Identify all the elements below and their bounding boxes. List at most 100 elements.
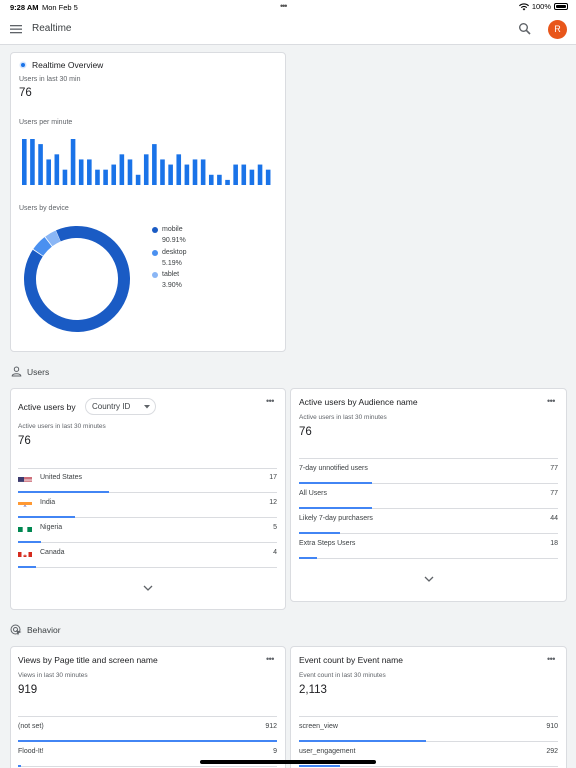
users-per-minute-bar [176, 154, 182, 185]
table-row[interactable]: Nigeria 5 [18, 518, 277, 543]
flag-icon [18, 498, 32, 507]
audience-metric-value: 76 [299, 426, 312, 438]
events-more-icon[interactable]: ••• [547, 654, 555, 664]
legend-desktop-name: desktop [162, 249, 187, 256]
users-per-minute-bar [38, 144, 43, 185]
table-row[interactable]: All Users 77 [299, 484, 558, 509]
legend-mobile-pct: 90.91% [162, 237, 186, 244]
row-label: Flood-It! [18, 748, 44, 755]
row-label: screen_view [299, 723, 338, 730]
legend-tablet-pct: 3.90% [162, 282, 182, 289]
users-per-minute-bar [160, 159, 165, 185]
status-time: 9:28 AM [10, 3, 39, 12]
battery-icon [554, 3, 568, 10]
country-metric-value: 76 [18, 435, 31, 447]
table-row[interactable]: Extra Steps Users 18 [299, 534, 558, 559]
row-label: Nigeria [40, 524, 63, 531]
flag-icon [18, 548, 32, 557]
users-per-minute-bar [70, 139, 76, 185]
users-per-minute-bar [257, 164, 263, 185]
table-row[interactable]: Likely 7-day purchasers 44 [299, 509, 558, 534]
search-icon[interactable] [518, 22, 532, 36]
legend-dot-tablet [152, 272, 158, 278]
battery-percent: 100% [531, 2, 551, 11]
row-value: 18 [550, 540, 558, 547]
events-metric-value: 2,113 [299, 684, 327, 696]
users-per-minute-chart [22, 139, 271, 185]
row-label: user_engagement [299, 748, 356, 755]
country-more-icon[interactable]: ••• [266, 396, 274, 406]
row-label: Likely 7-day purchasers [299, 515, 373, 522]
views-metric-label: Views in last 30 minutes [18, 672, 88, 679]
users-per-minute-bar [265, 169, 271, 185]
users-per-minute-bar [241, 164, 247, 185]
users-per-minute-bar [168, 164, 173, 185]
users-by-device-label: Users by device [19, 205, 69, 212]
row-value: 9 [273, 748, 277, 755]
users-per-minute-bar [143, 154, 149, 185]
table-row[interactable]: India 12 [18, 493, 277, 518]
menu-icon[interactable] [10, 23, 22, 35]
users-per-minute-bar [192, 159, 198, 185]
events-metric-label: Event count in last 30 minutes [299, 672, 386, 679]
status-bar: 9:28 AM Mon Feb 5 ••• 100% [0, 0, 576, 14]
audience-expand-chevron-icon[interactable] [424, 576, 434, 582]
dimension-dropdown[interactable]: Country ID [85, 398, 156, 415]
row-value: 292 [546, 748, 558, 755]
users-per-minute-bar [208, 174, 214, 185]
flag-icon [18, 523, 32, 532]
dropdown-arrow-icon [144, 405, 150, 409]
table-row[interactable]: United States 17 [18, 468, 277, 493]
users-per-minute-bar [119, 154, 125, 185]
users-per-minute-bar [87, 159, 92, 185]
behavior-icon [10, 624, 22, 636]
status-date: Mon Feb 5 [42, 3, 78, 12]
dropdown-value: Country ID [92, 402, 131, 411]
views-more-icon[interactable]: ••• [266, 654, 274, 664]
app-bar: Realtime R [0, 14, 576, 45]
multitask-dots[interactable]: ••• [280, 1, 288, 11]
users-30min-value: 76 [19, 87, 32, 99]
row-value: 910 [546, 723, 558, 730]
row-value: 77 [550, 465, 558, 472]
users-30min-label: Users in last 30 min [19, 76, 81, 83]
table-row[interactable]: 7-day unnotified users 77 [299, 459, 558, 484]
table-row[interactable]: (not set) 912 [18, 717, 277, 742]
users-per-minute-bar [184, 164, 190, 185]
table-row[interactable]: screen_view 910 [299, 717, 558, 742]
users-per-minute-bar [200, 159, 206, 185]
row-divider [299, 558, 558, 559]
wifi-icon [518, 2, 529, 10]
row-value: 77 [550, 490, 558, 497]
views-metric-value: 919 [18, 684, 38, 696]
users-per-minute-bar [62, 169, 68, 185]
users-per-minute-bar [127, 159, 133, 185]
audience-card-title: Active users by Audience name [299, 397, 418, 407]
donut-slice-tablet [24, 226, 130, 332]
users-section-title: Users [27, 367, 50, 377]
audience-more-icon[interactable]: ••• [547, 396, 555, 406]
row-bar [18, 765, 21, 767]
legend-tablet-name: tablet [162, 271, 180, 278]
row-label: (not set) [18, 723, 44, 730]
views-card-title: Views by Page title and screen name [18, 655, 158, 665]
row-label: Canada [40, 549, 65, 556]
person-icon [11, 366, 22, 377]
home-indicator[interactable] [200, 760, 376, 764]
status-right: 100% [518, 2, 568, 11]
users-per-minute-bar [54, 154, 60, 185]
country-card-title: Active users by [18, 402, 76, 412]
behavior-section-title: Behavior [27, 625, 61, 635]
avatar[interactable]: R [548, 20, 567, 39]
country-expand-chevron-icon[interactable] [143, 585, 153, 591]
users-per-minute-bar [249, 169, 255, 185]
users-per-minute-bar [22, 139, 27, 185]
country-metric-label: Active users in last 30 minutes [18, 423, 106, 430]
users-per-minute-bar [103, 169, 108, 185]
users-per-minute-bar [135, 174, 141, 185]
users-per-minute-bar [233, 164, 238, 185]
table-row[interactable]: Canada 4 [18, 543, 277, 568]
legend-mobile-name: mobile [162, 226, 183, 233]
row-value: 17 [269, 474, 277, 481]
flag-icon [18, 473, 32, 482]
